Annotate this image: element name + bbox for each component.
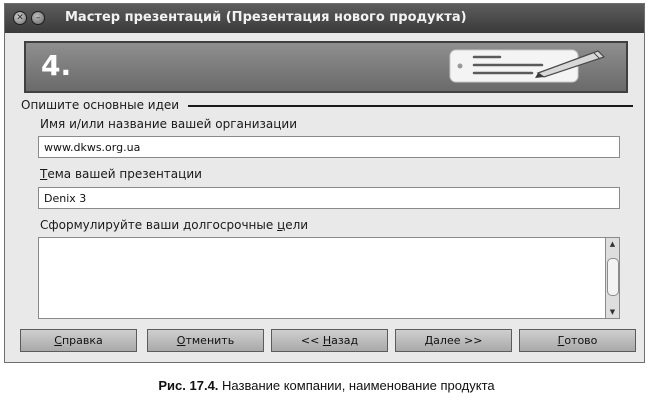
group-label: Опишите основные идеи bbox=[21, 98, 180, 112]
back-button-label: азад bbox=[331, 334, 359, 347]
group-divider bbox=[188, 105, 633, 107]
window-title: Мастер презентаций (Презентация нового п… bbox=[65, 10, 467, 25]
help-button-label: правка bbox=[61, 334, 103, 347]
back-button-prefix: << bbox=[300, 334, 323, 347]
title-bar[interactable]: ✕ – Мастер презентаций (Презентация ново… bbox=[5, 4, 644, 33]
step-number: 4. bbox=[41, 49, 72, 82]
close-window-button[interactable]: ✕ bbox=[13, 11, 27, 25]
back-button-mnemonic: Н bbox=[322, 334, 332, 347]
goals-scrollbar[interactable]: ▲ ▼ bbox=[606, 237, 620, 319]
figure-number: Рис. 17.4. bbox=[158, 378, 219, 393]
next-button-label: алее >> bbox=[433, 334, 483, 347]
close-icon: ✕ bbox=[16, 13, 24, 23]
scroll-up-arrow-icon[interactable]: ▲ bbox=[606, 238, 619, 250]
topic-input[interactable] bbox=[38, 187, 620, 209]
organization-input[interactable] bbox=[38, 136, 620, 158]
scroll-down-arrow-icon[interactable]: ▼ bbox=[606, 306, 619, 318]
finish-button[interactable]: Готово bbox=[519, 329, 636, 352]
goals-textarea[interactable] bbox=[38, 237, 606, 319]
next-button[interactable]: Далее >> bbox=[395, 329, 512, 352]
next-button-mnemonic: Д bbox=[424, 334, 434, 347]
help-button-mnemonic: С bbox=[54, 334, 62, 347]
minimize-icon: – bbox=[35, 13, 41, 23]
figure-caption: Рис. 17.4. Название компании, наименован… bbox=[0, 378, 653, 393]
goals-label-start: Сформулируйте ваши долгосрочные bbox=[40, 218, 278, 232]
finish-button-label: отово bbox=[564, 334, 598, 347]
topic-label-text: ема вашей презентации bbox=[47, 167, 202, 181]
cancel-button[interactable]: Отменить bbox=[147, 329, 264, 352]
wizard-window: ✕ – Мастер презентаций (Презентация ново… bbox=[4, 3, 645, 363]
back-button[interactable]: << Назад bbox=[271, 329, 388, 352]
figure-caption-text: Название компании, наименование продукта bbox=[218, 378, 495, 393]
help-button[interactable]: Справка bbox=[20, 329, 137, 352]
scroll-thumb[interactable] bbox=[607, 258, 619, 296]
minimize-window-button[interactable]: – bbox=[31, 11, 45, 25]
organization-label: Имя и/или название вашей организации bbox=[40, 117, 297, 131]
goals-label: Сформулируйте ваши долгосрочные цели bbox=[40, 218, 308, 232]
topic-label: Тема вашей презентации bbox=[40, 167, 202, 181]
goals-label-end: ели bbox=[285, 218, 309, 232]
cancel-button-label: тменить bbox=[185, 334, 235, 347]
step-banner: 4. bbox=[24, 41, 628, 93]
pen-and-note-icon bbox=[449, 49, 606, 83]
